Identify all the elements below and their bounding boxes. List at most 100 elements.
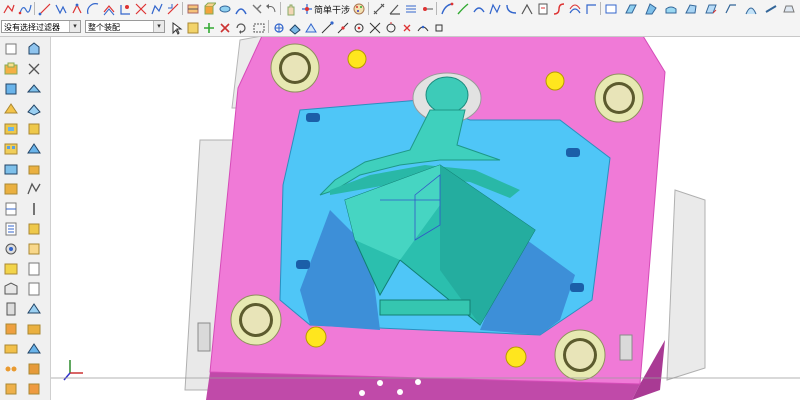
delete-file-icon[interactable] xyxy=(26,341,42,357)
thicken-icon[interactable] xyxy=(664,1,678,15)
mold-report-icon[interactable] xyxy=(26,381,42,397)
extrude-icon[interactable] xyxy=(202,1,218,15)
measure-distance-icon[interactable] xyxy=(372,1,386,15)
interference-label[interactable]: 简单干涉 xyxy=(314,3,350,16)
mold-tools-icon[interactable] xyxy=(3,181,19,197)
x-form-icon[interactable] xyxy=(744,1,758,15)
electrode-icon[interactable] xyxy=(3,381,19,397)
drawing-icon[interactable] xyxy=(26,261,42,277)
trim-icon[interactable] xyxy=(250,1,264,15)
select-all-icon[interactable] xyxy=(186,20,200,34)
through-mesh-icon[interactable] xyxy=(488,1,502,15)
parting-tools-icon[interactable] xyxy=(3,201,19,217)
cavity-layout-icon[interactable] xyxy=(3,141,19,157)
swept-surface-icon[interactable] xyxy=(440,1,454,15)
mold-wizard-init-icon[interactable] xyxy=(3,61,19,77)
type-filter-dropdown[interactable]: 没有选择过滤器 ▾ xyxy=(1,20,81,33)
mold-base-icon[interactable] xyxy=(3,221,19,237)
design-tools-icon[interactable] xyxy=(26,61,42,77)
point-set-icon[interactable] xyxy=(70,1,84,15)
face-blend-icon[interactable] xyxy=(552,1,566,15)
bridge-curve-icon[interactable] xyxy=(150,1,164,15)
arc-icon[interactable] xyxy=(86,1,100,15)
extend-solid-icon[interactable] xyxy=(26,161,42,177)
sew-surface-icon[interactable] xyxy=(604,1,618,15)
snap-intersection-icon[interactable] xyxy=(368,20,382,34)
offset-surface-icon[interactable] xyxy=(568,1,582,15)
hand-select-icon[interactable] xyxy=(284,1,298,16)
family-mold-icon[interactable] xyxy=(3,161,19,177)
n-sided-surface-icon[interactable] xyxy=(520,1,534,15)
check-region-icon[interactable] xyxy=(26,361,42,377)
replace-solid-icon[interactable] xyxy=(26,141,42,157)
fill-surface-icon[interactable] xyxy=(536,1,550,15)
section-view-icon[interactable] xyxy=(304,20,318,34)
measure-angle-icon[interactable] xyxy=(388,1,402,15)
enlarge-icon[interactable] xyxy=(704,1,718,15)
trim-sheet-icon[interactable] xyxy=(644,1,658,15)
sub-insert-icon[interactable] xyxy=(3,301,19,317)
through-curves-icon[interactable] xyxy=(472,1,486,15)
palette-icon[interactable] xyxy=(352,1,366,15)
sketch-icon[interactable] xyxy=(2,1,16,15)
snap-quadrant-icon[interactable] xyxy=(384,20,398,34)
match-edge-icon[interactable] xyxy=(724,1,738,15)
mold-csys-icon[interactable] xyxy=(3,81,19,97)
snap-on-curve-icon[interactable] xyxy=(416,20,430,34)
ejector-pin-icon[interactable] xyxy=(3,261,19,277)
remove-selection-icon[interactable] xyxy=(218,20,232,34)
slider-lifter-icon[interactable] xyxy=(3,281,19,297)
i-form-icon[interactable] xyxy=(764,1,778,15)
bounded-plane-icon[interactable] xyxy=(584,1,598,15)
select-frame-icon[interactable] xyxy=(3,41,19,57)
runner-icon[interactable] xyxy=(3,341,19,357)
line-icon[interactable] xyxy=(38,1,52,16)
shaded-edges-icon[interactable] xyxy=(288,20,302,35)
spline-icon[interactable] xyxy=(18,1,32,15)
bom-icon[interactable] xyxy=(26,241,42,257)
project-curve-icon[interactable] xyxy=(118,1,132,15)
unused-part-icon[interactable] xyxy=(26,281,42,297)
rotate-view-icon[interactable] xyxy=(234,20,248,34)
ruled-surface-icon[interactable] xyxy=(456,1,470,15)
undo-icon[interactable] xyxy=(264,1,278,15)
intersect-curve-icon[interactable] xyxy=(134,1,148,15)
grid-icon[interactable] xyxy=(404,1,418,15)
snap-endpoint-icon[interactable] xyxy=(320,20,334,34)
view-manager-icon[interactable] xyxy=(26,321,42,337)
snap-midpoint-icon[interactable] xyxy=(336,20,350,34)
mold-model-view[interactable] xyxy=(51,37,800,400)
shrinkage-icon[interactable] xyxy=(3,101,19,117)
extract-face-icon[interactable] xyxy=(624,1,638,15)
pointer-icon[interactable] xyxy=(170,20,184,35)
gate-icon[interactable] xyxy=(3,321,19,337)
patch-icon[interactable] xyxy=(684,1,698,15)
studio-surface-icon[interactable] xyxy=(504,1,518,15)
split-body-icon[interactable] xyxy=(26,101,42,117)
cooling-icon[interactable] xyxy=(3,361,19,377)
distance-check-icon[interactable] xyxy=(420,1,434,15)
mold-design-icon[interactable] xyxy=(26,41,42,57)
reference-ring-icon[interactable] xyxy=(26,181,42,197)
bounding-box-icon[interactable] xyxy=(26,81,42,97)
box-select-icon[interactable] xyxy=(252,20,266,34)
more-surface-icon[interactable] xyxy=(782,1,796,15)
curve-on-surface-icon[interactable] xyxy=(166,1,180,15)
fit-view-icon[interactable] xyxy=(272,20,286,34)
graphics-window[interactable] xyxy=(51,37,800,400)
standard-part-icon[interactable] xyxy=(3,241,19,257)
snap-existing-icon[interactable] xyxy=(432,20,446,34)
sprue-icon[interactable] xyxy=(26,201,42,217)
snap-point-icon[interactable] xyxy=(400,20,414,34)
snap-icon[interactable] xyxy=(300,1,314,15)
workpiece-icon[interactable] xyxy=(3,121,19,137)
revolve-icon[interactable] xyxy=(218,1,232,15)
add-selection-icon[interactable] xyxy=(202,20,216,34)
mold-tree-icon[interactable] xyxy=(26,301,42,317)
sweep-icon[interactable] xyxy=(234,1,248,15)
offset-curve-icon[interactable] xyxy=(102,1,116,16)
datum-plane-icon[interactable] xyxy=(186,1,200,15)
pocket-icon[interactable] xyxy=(26,221,42,237)
selection-scope-dropdown[interactable]: 整个装配 ▾ xyxy=(85,20,165,33)
snap-center-icon[interactable] xyxy=(352,20,366,34)
